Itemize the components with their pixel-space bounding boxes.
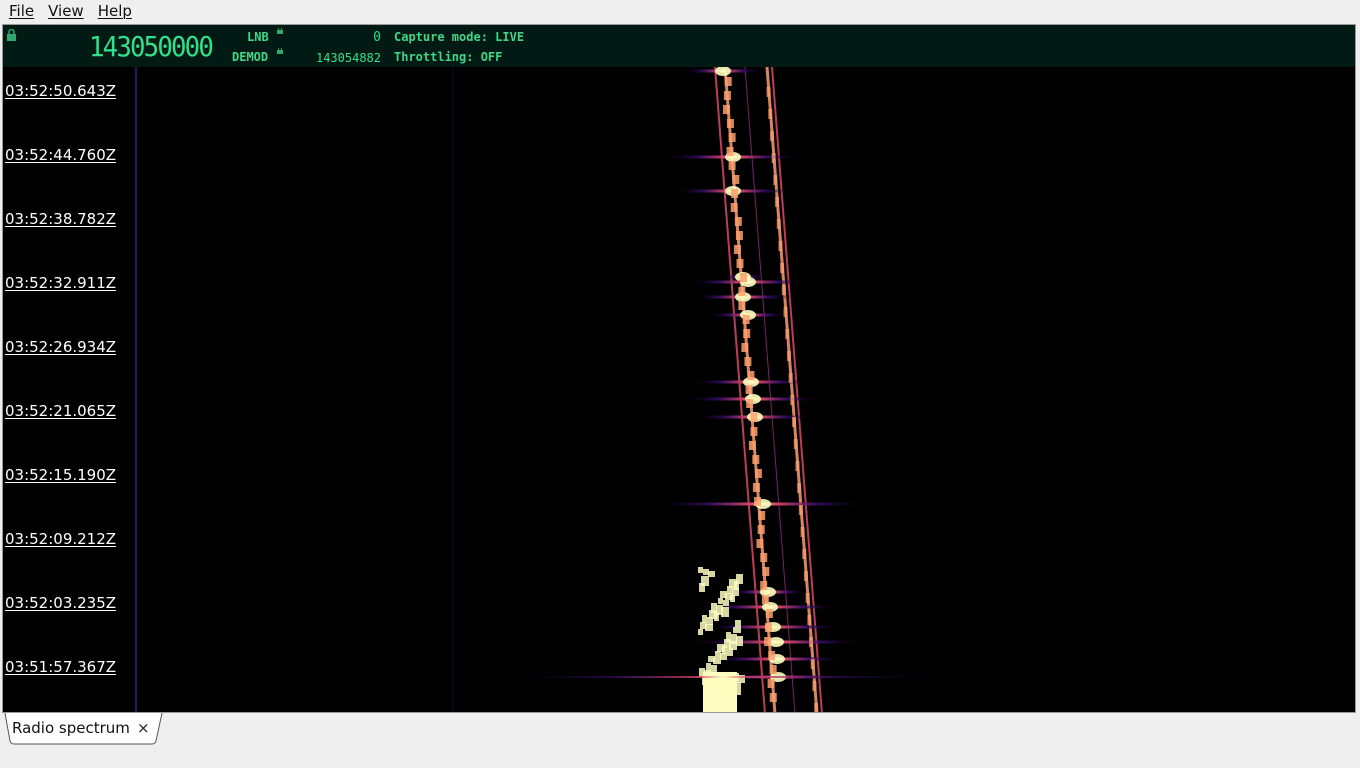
- timestamp-label: 03:52:44.760Z: [5, 146, 117, 164]
- main-frequency[interactable]: 143050000: [89, 31, 214, 63]
- demod-label: DEMOD: [232, 50, 269, 64]
- status-header: 143050000 LNB 0 DEMOD 143054882 Capture …: [3, 25, 1355, 67]
- spectrum-panel: 143050000 LNB 0 DEMOD 143054882 Capture …: [2, 24, 1356, 713]
- menu-view[interactable]: View: [39, 0, 89, 22]
- timestamp-label: 03:52:38.782Z: [5, 210, 117, 228]
- tab-radio-spectrum[interactable]: Radio spectrum ×: [4, 713, 166, 745]
- timestamp-label: 03:52:03.235Z: [5, 594, 117, 612]
- lnb-value[interactable]: 0: [333, 31, 381, 45]
- menu-help[interactable]: Help: [89, 0, 137, 22]
- throttling-status: Throttling: OFF: [394, 50, 503, 64]
- timestamp-label: 03:52:26.934Z: [5, 338, 117, 356]
- waterfall-display[interactable]: 03:52:50.643Z 03:52:44.760Z 03:52:38.782Z 0…: [3, 67, 1355, 712]
- close-icon[interactable]: ×: [137, 719, 150, 737]
- timestamp-label: 03:52:21.065Z: [5, 402, 117, 420]
- timestamp-label: 03:52:32.911Z: [5, 274, 117, 292]
- tab-label: Radio spectrum: [12, 719, 130, 737]
- menu-bar: File View Help: [0, 0, 1360, 22]
- lnb-label: LNB: [247, 30, 269, 44]
- timestamp-label: 03:52:15.190Z: [5, 466, 117, 484]
- tab-bar: Radio spectrum ×: [0, 713, 1360, 768]
- waterfall-image: [135, 67, 943, 712]
- capture-mode: Capture mode: LIVE: [394, 30, 525, 44]
- demod-lock-icon[interactable]: [277, 48, 283, 54]
- lock-icon[interactable]: [6, 29, 17, 41]
- timestamp-label: 03:52:09.212Z: [5, 530, 117, 548]
- timestamp-label: 03:51:57.367Z: [5, 658, 117, 676]
- lnb-lock-icon[interactable]: [277, 28, 283, 34]
- timestamp-axis: 03:52:50.643Z 03:52:44.760Z 03:52:38.782Z 0…: [4, 67, 134, 712]
- timestamp-label: 03:52:50.643Z: [5, 82, 117, 100]
- menu-file[interactable]: File: [0, 0, 39, 22]
- demod-value[interactable]: 143054882: [303, 51, 381, 65]
